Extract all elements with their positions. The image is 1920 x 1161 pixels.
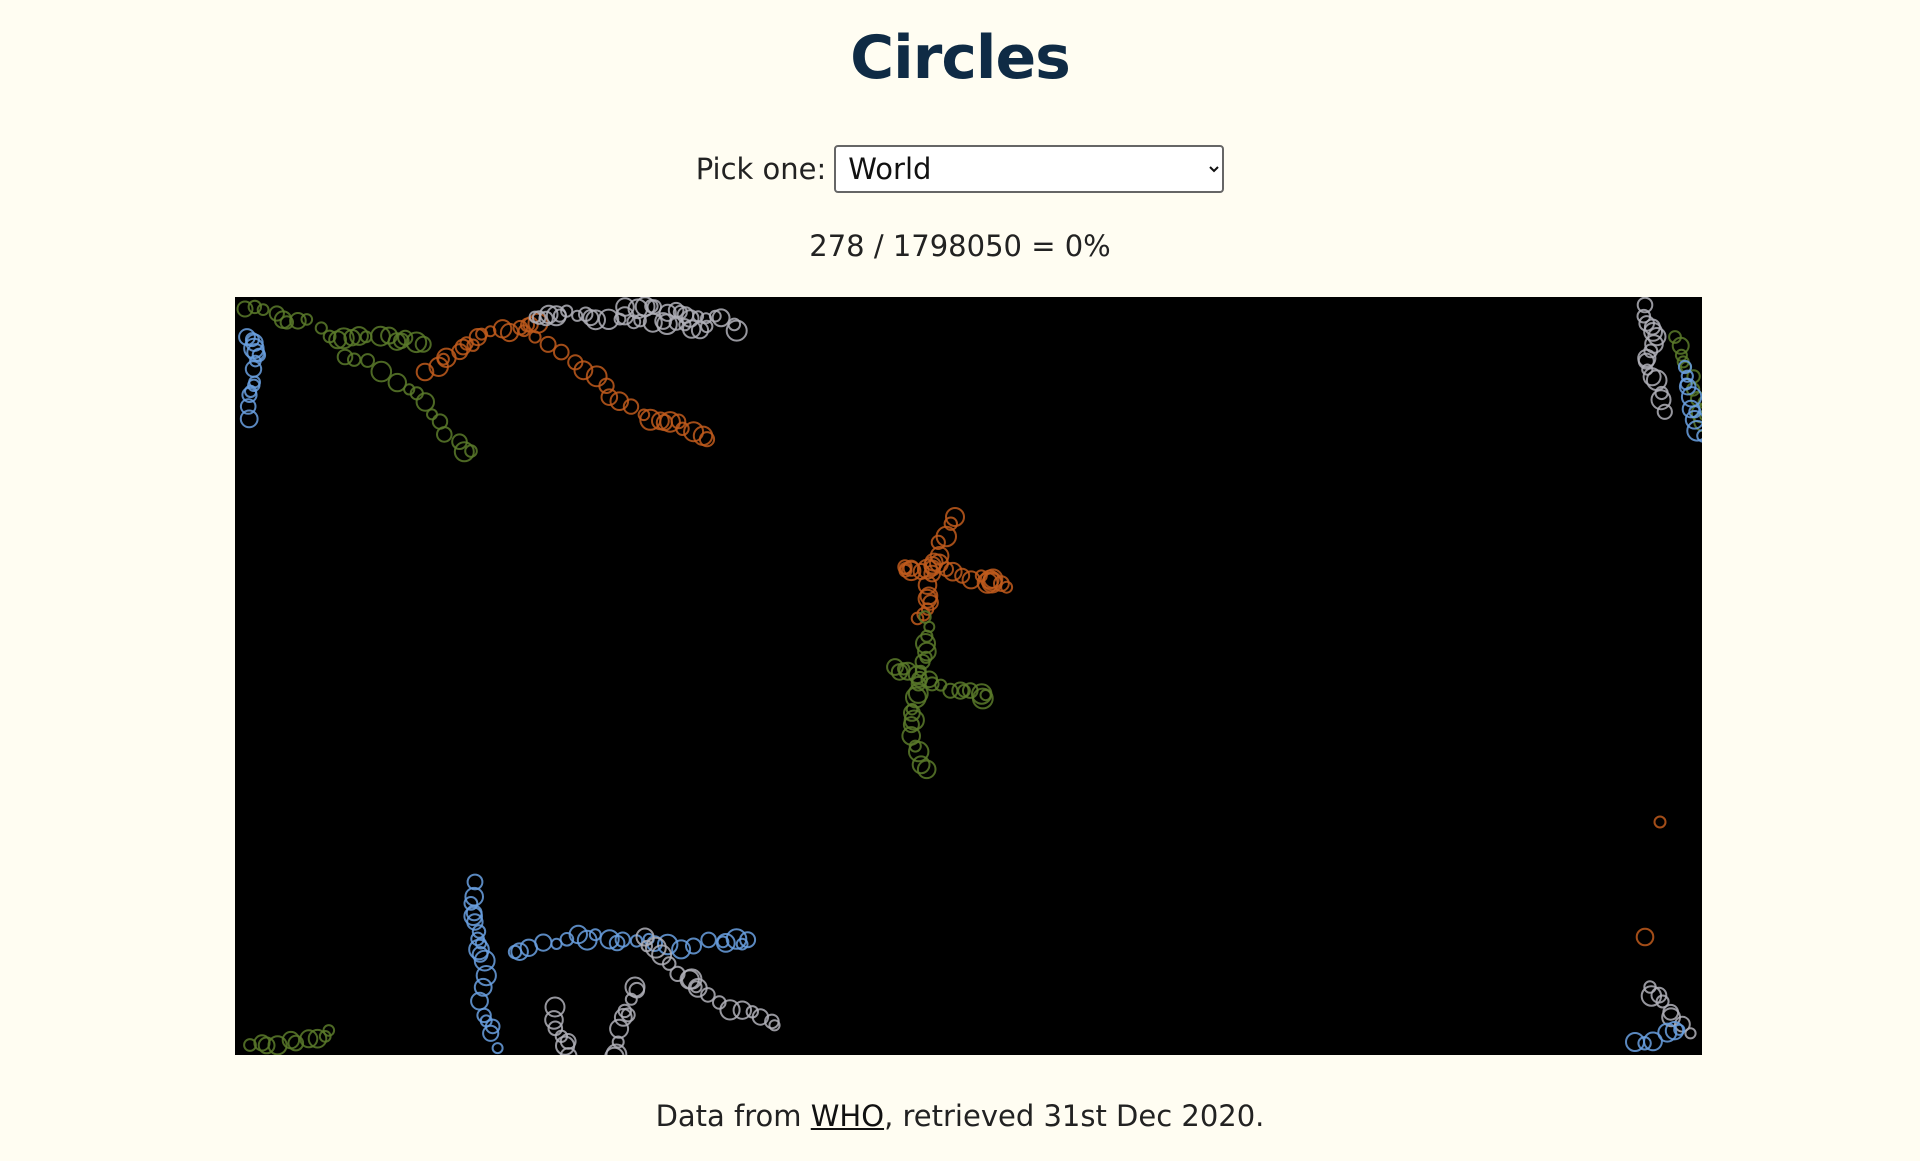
ratio-line: 278 / 1798050 = 0% <box>0 226 1920 266</box>
ring-circle <box>370 360 393 383</box>
ring-circle <box>257 1036 276 1055</box>
ring-circle <box>685 937 702 955</box>
ring-circle <box>1662 1003 1680 1021</box>
ratio-slash: / <box>873 229 893 263</box>
ring-circle <box>360 353 376 368</box>
ring-circle <box>336 348 354 366</box>
ratio-equals: = <box>1031 229 1065 263</box>
ring-circle <box>475 965 497 987</box>
pick-one-label: Pick one: <box>695 152 827 186</box>
page-title: Circles <box>850 23 1071 93</box>
footer-source: Data from WHO, retrieved 31st Dec 2020. <box>0 1096 1920 1136</box>
ring-circle <box>916 759 937 780</box>
ring-circle <box>300 313 314 326</box>
ring-circle <box>347 352 362 367</box>
ratio-count: 278 <box>809 229 865 263</box>
ring-circle <box>1635 927 1655 947</box>
ring-circle <box>1656 403 1673 420</box>
ring-circle <box>979 689 992 702</box>
ring-circle <box>1684 1027 1697 1040</box>
ring-circle <box>415 392 436 412</box>
ring-circle <box>553 343 570 361</box>
ring-circle <box>539 335 557 353</box>
ring-circle <box>609 1018 630 1039</box>
ring-circle <box>426 408 438 421</box>
ring-circle <box>700 931 717 949</box>
footer-prefix: Data from <box>655 1099 811 1133</box>
circles-canvas-svg <box>236 297 1702 1055</box>
ratio-total: 1798050 <box>892 229 1022 263</box>
ring-circle <box>464 444 478 458</box>
circles-canvas <box>235 297 1702 1055</box>
who-link[interactable]: WHO <box>811 1099 884 1133</box>
region-select[interactable]: World <box>834 145 1225 193</box>
ring-circle <box>244 360 263 378</box>
region-picker: Pick one: World <box>0 145 1920 193</box>
ring-circle <box>1653 815 1667 829</box>
ring-circle <box>534 933 553 952</box>
ratio-percent: 0% <box>1064 229 1111 263</box>
ring-circle <box>451 343 469 361</box>
ring-circle <box>911 755 931 775</box>
ring-circle <box>491 1042 504 1055</box>
footer-suffix: , retrieved 31st Dec 2020. <box>884 1099 1265 1133</box>
ring-circle <box>1000 580 1014 594</box>
ring-circle <box>436 426 453 443</box>
